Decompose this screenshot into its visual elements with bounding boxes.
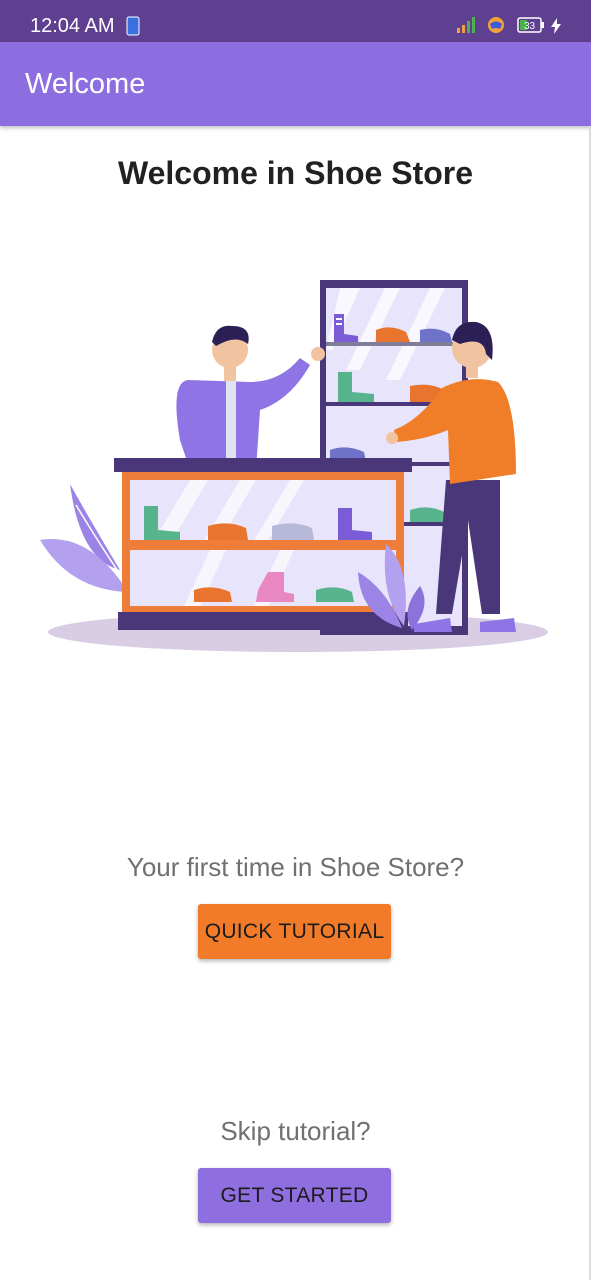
get-started-button[interactable]: GET STARTED: [198, 1168, 391, 1223]
battery-icon: 33: [517, 17, 544, 33]
signal-bars-icon: [457, 17, 475, 33]
app-title: Welcome: [25, 68, 146, 100]
tutorial-prompt: Your first time in Shoe Store?: [126, 852, 465, 882]
quick-tutorial-button[interactable]: QUICK TUTORIAL: [198, 904, 391, 959]
skip-prompt: Skip tutorial?: [220, 1116, 371, 1146]
status-time: 12:04 AM: [30, 15, 115, 37]
shoe-store-illustration: [40, 280, 548, 652]
app-bar: Welcome: [0, 42, 591, 126]
vpn-shield-icon: [488, 17, 504, 33]
charging-bolt-icon: [551, 18, 561, 34]
page-title: Welcome in Shoe Store: [117, 155, 474, 191]
battery-level: 33: [524, 21, 536, 32]
sim-card-icon: [126, 16, 140, 36]
status-bar: 12:04 AM 33: [0, 0, 591, 42]
